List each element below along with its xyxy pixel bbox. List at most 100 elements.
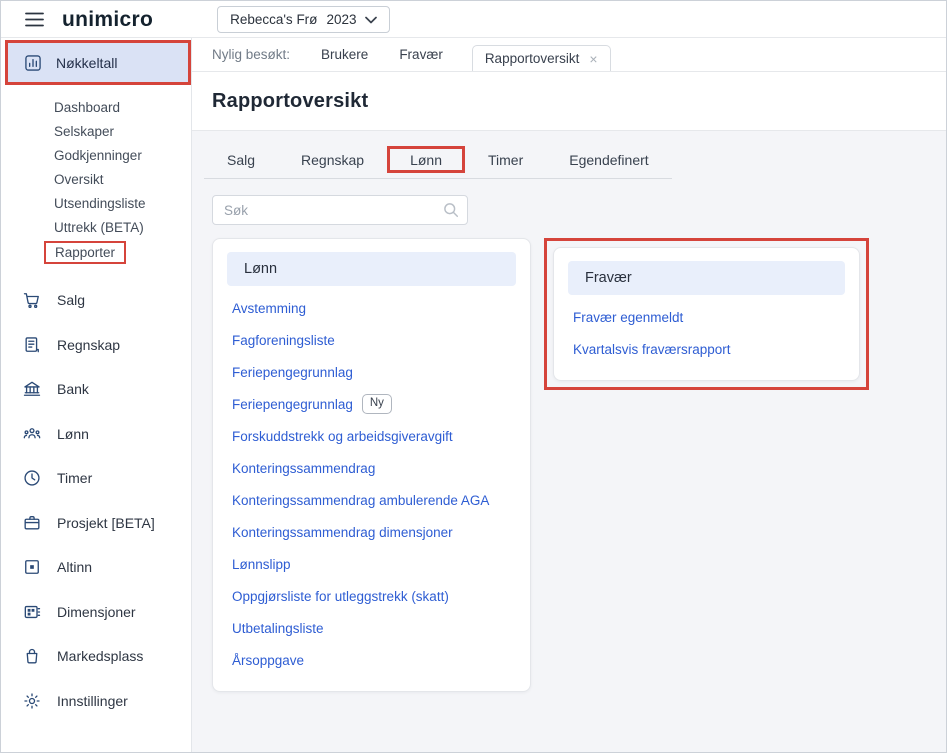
report-link-item: Utbetalingsliste: [227, 612, 516, 644]
page-title: Rapportoversikt: [212, 89, 369, 112]
report-link[interactable]: Konteringssammendrag ambulerende AGA: [232, 493, 489, 508]
report-link[interactable]: Avstemming: [232, 301, 306, 316]
tab-lonn[interactable]: Lønn: [387, 146, 465, 173]
bar-chart-icon: [23, 53, 43, 73]
report-link[interactable]: Fravær egenmeldt: [573, 310, 683, 325]
report-link-item: Feriepengegrunnlag Ny: [227, 388, 516, 420]
recently-visited-bar: Nylig besøkt: Brukere Fravær Rapportover…: [192, 38, 946, 72]
sidebar-item-altinn[interactable]: Altinn: [1, 545, 191, 590]
sidebar-subitem-rapporter[interactable]: Rapporter: [44, 239, 191, 266]
report-category-tabs: Salg Regnskap Lønn Timer Egendefinert: [204, 141, 672, 179]
card-header-lonn: Lønn: [227, 252, 516, 286]
sidebar-subitem-oversikt[interactable]: Oversikt: [54, 167, 191, 191]
sidebar-item-innstillinger[interactable]: Innstillinger: [1, 679, 191, 724]
report-link[interactable]: Forskuddstrekk og arbeidsgiveravgift: [232, 429, 453, 444]
hamburger-menu-icon[interactable]: [25, 9, 45, 29]
sidebar-item-prosjekt[interactable]: Prosjekt [BETA]: [1, 501, 191, 546]
report-link[interactable]: Konteringssammendrag: [232, 461, 375, 476]
sidebar-item-label: Regnskap: [57, 336, 121, 353]
search-box: [212, 195, 468, 225]
company-year: 2023: [326, 11, 357, 27]
recent-link-brukere[interactable]: Brukere: [321, 47, 368, 62]
search-input[interactable]: [212, 195, 468, 225]
report-link-item: Avstemming: [227, 292, 516, 324]
new-badge: Ny: [361, 394, 392, 414]
sidebar-subitem-dashboard[interactable]: Dashboard: [54, 95, 191, 119]
report-link[interactable]: Oppgjørsliste for utleggstrekk (skatt): [232, 589, 449, 604]
tab-salg[interactable]: Salg: [204, 141, 278, 178]
report-link[interactable]: Konteringssammendrag dimensjoner: [232, 525, 453, 540]
report-link[interactable]: Fagforeningsliste: [232, 333, 335, 348]
report-link[interactable]: Feriepengegrunnlag: [232, 365, 353, 380]
lonn-report-card: Lønn Avstemming Fagforeningsliste Feriep…: [212, 238, 531, 692]
main-area: Nylig besøkt: Brukere Fravær Rapportover…: [192, 38, 946, 752]
sidebar: Nøkkeltall Dashboard Selskaper Godkjenni…: [1, 38, 192, 752]
tab-egendefinert[interactable]: Egendefinert: [546, 141, 671, 178]
report-link-item: Årsoppgave: [227, 644, 516, 676]
people-icon: [22, 424, 42, 444]
cart-icon: [22, 290, 42, 310]
card-header-fravaer: Fravær: [568, 261, 845, 295]
altinn-icon: [22, 557, 42, 577]
clock-icon: [22, 468, 42, 488]
close-icon[interactable]: ×: [589, 52, 597, 66]
report-link[interactable]: Lønnslipp: [232, 557, 291, 572]
report-link-item: Konteringssammendrag ambulerende AGA: [227, 484, 516, 516]
sidebar-item-nokkeltall[interactable]: Nøkkeltall: [5, 40, 191, 85]
recent-link-fravaer[interactable]: Fravær: [399, 47, 443, 62]
sidebar-item-timer[interactable]: Timer: [1, 456, 191, 501]
sidebar-item-dimensjoner[interactable]: Dimensjoner: [1, 590, 191, 635]
report-link-item: Konteringssammendrag dimensjoner: [227, 516, 516, 548]
topbar: unimicro Rebecca's Frø 2023: [1, 1, 946, 38]
ledger-icon: [22, 335, 42, 355]
chevron-down-icon: [365, 12, 378, 27]
report-link[interactable]: Årsoppgave: [232, 653, 304, 668]
app-window: unimicro Rebecca's Frø 2023 Nøkkeltall D…: [0, 0, 947, 753]
content-area: Salg Regnskap Lønn Timer Egendefinert Lø…: [192, 131, 946, 752]
sidebar-subnav: Dashboard Selskaper Godkjenninger Oversi…: [1, 95, 191, 266]
fravaer-annotation-box: Fravær Fravær egenmeldt Kvartalsvis frav…: [544, 238, 869, 390]
report-link-item: Feriepengegrunnlag: [227, 356, 516, 388]
sidebar-item-salg[interactable]: Salg: [1, 278, 191, 323]
gear-icon: [22, 691, 42, 711]
tab-timer[interactable]: Timer: [465, 141, 546, 178]
report-link-item: Kvartalsvis fraværsrapport: [568, 333, 845, 365]
report-link-item: Oppgjørsliste for utleggstrekk (skatt): [227, 580, 516, 612]
report-link[interactable]: Kvartalsvis fraværsrapport: [573, 342, 731, 357]
fravaer-report-card: Fravær Fravær egenmeldt Kvartalsvis frav…: [553, 247, 860, 381]
sidebar-subitem-uttrekk-beta[interactable]: Uttrekk (BETA): [54, 215, 191, 239]
sidebar-item-label: Altinn: [57, 559, 93, 576]
sidebar-item-label: Salg: [57, 292, 86, 309]
shopping-bag-icon: [22, 646, 42, 666]
tab-regnskap[interactable]: Regnskap: [278, 141, 387, 178]
company-name: Rebecca's Frø: [230, 11, 318, 27]
sidebar-item-bank[interactable]: Bank: [1, 367, 191, 412]
tab-rapportoversikt[interactable]: Rapportoversikt ×: [471, 45, 611, 71]
sidebar-subitem-godkjenninger[interactable]: Godkjenninger: [54, 143, 191, 167]
tab-label: Rapportoversikt: [484, 51, 580, 66]
sidebar-subitem-selskaper[interactable]: Selskaper: [54, 119, 191, 143]
sidebar-item-label: Markedsplass: [57, 648, 144, 665]
report-link-item: Fagforeningsliste: [227, 324, 516, 356]
sidebar-item-regnskap[interactable]: Regnskap: [1, 323, 191, 368]
sidebar-item-label: Innstillinger: [57, 692, 128, 709]
report-link[interactable]: Feriepengegrunnlag: [232, 397, 353, 412]
sidebar-item-label: Nøkkeltall: [56, 54, 118, 71]
recently-visited-label: Nylig besøkt:: [212, 47, 291, 62]
sidebar-item-label: Bank: [57, 381, 89, 398]
report-cards: Lønn Avstemming Fagforeningsliste Feriep…: [212, 238, 926, 692]
bank-icon: [22, 379, 42, 399]
unimicro-logo: unimicro: [62, 7, 154, 31]
briefcase-icon: [22, 513, 42, 533]
report-link-item: Forskuddstrekk og arbeidsgiveravgift: [227, 420, 516, 452]
sidebar-item-markedsplass[interactable]: Markedsplass: [1, 634, 191, 679]
report-link-item: Fravær egenmeldt: [568, 301, 845, 333]
fravaer-report-list: Fravær egenmeldt Kvartalsvis fraværsrapp…: [568, 301, 845, 365]
report-link[interactable]: Utbetalingsliste: [232, 621, 324, 636]
sidebar-item-lonn[interactable]: Lønn: [1, 412, 191, 457]
sidebar-subitem-utsendingsliste[interactable]: Utsendingsliste: [54, 191, 191, 215]
company-selector[interactable]: Rebecca's Frø 2023: [217, 5, 391, 33]
sidebar-item-label: Dimensjoner: [57, 603, 136, 620]
rapporter-annotation[interactable]: Rapporter: [44, 241, 127, 264]
lonn-report-list: Avstemming Fagforeningsliste Feriepengeg…: [227, 292, 516, 676]
